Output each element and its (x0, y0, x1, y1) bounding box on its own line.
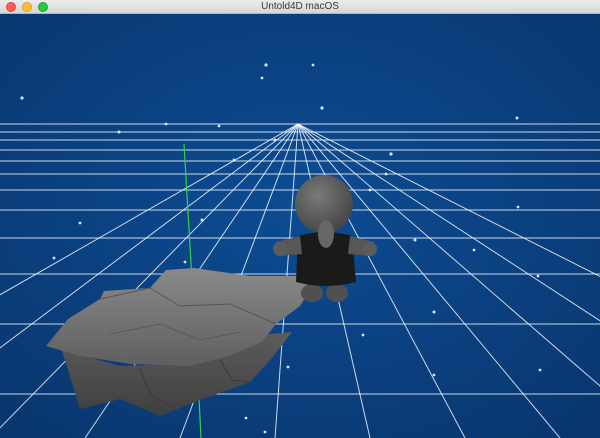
scene-canvas[interactable] (0, 14, 600, 438)
window-title: Untold4D macOS (261, 1, 339, 12)
title-bar[interactable]: Untold4D macOS (0, 0, 600, 14)
app-window: Untold4D macOS (0, 0, 600, 438)
3d-viewport[interactable] (0, 14, 600, 438)
